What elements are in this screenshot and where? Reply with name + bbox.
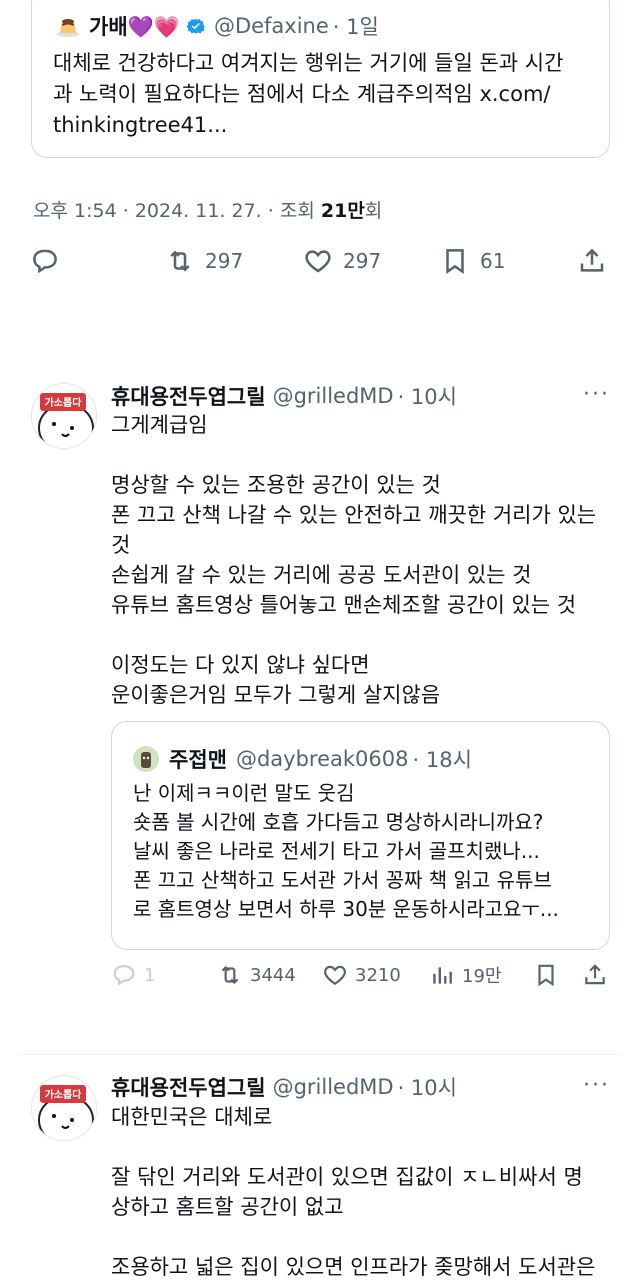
tweet-date[interactable]: 2024. 11. 27. bbox=[135, 200, 262, 222]
verified-badge-icon bbox=[186, 16, 206, 36]
quote-header: 주접맨 @daybreak0608 · 18시 bbox=[133, 744, 472, 774]
reply-count: 1 bbox=[144, 964, 156, 986]
reply-button[interactable] bbox=[30, 246, 60, 276]
reply-header: 휴대용전두엽그릴 @grilledMD · 10시 bbox=[111, 381, 457, 411]
bookmark-button[interactable]: 61 bbox=[440, 246, 505, 276]
bookmark-button[interactable] bbox=[533, 962, 559, 988]
quote-time: · 18시 bbox=[412, 748, 472, 772]
reply-handle[interactable]: @grilledMD bbox=[273, 384, 394, 408]
views-button[interactable]: 19만 bbox=[429, 962, 501, 988]
reply-button[interactable]: 1 bbox=[111, 962, 155, 988]
like-count: 297 bbox=[343, 249, 382, 273]
avatar[interactable]: 가소롭다 bbox=[31, 383, 97, 449]
reply-handle[interactable]: @grilledMD bbox=[273, 1075, 394, 1099]
reply-time[interactable]: · 10시 bbox=[398, 381, 457, 411]
reply-icon bbox=[33, 249, 57, 274]
retweet-icon bbox=[170, 250, 190, 272]
views-suffix: 회 bbox=[364, 200, 383, 222]
share-button[interactable] bbox=[577, 246, 607, 276]
reply-text: 그게계급임 명상할 수 있는 조용한 공간이 있는 것 폰 끄고 산책 나갈 수… bbox=[111, 413, 597, 707]
quoted-display-name[interactable]: 가배💜💗 bbox=[89, 11, 180, 41]
divider bbox=[18, 1054, 622, 1055]
quoted-tweet-header: 가배💜💗 @Defaxine · 1일 bbox=[55, 11, 379, 41]
more-options-icon[interactable]: ··· bbox=[583, 1073, 610, 1098]
share-icon bbox=[585, 964, 605, 985]
avatar-text: 가소롭다 bbox=[45, 396, 83, 409]
main-action-bar: 297 297 61 bbox=[0, 240, 640, 284]
analytics-icon bbox=[433, 967, 452, 984]
avatar[interactable]: 가소롭다 bbox=[31, 1075, 97, 1141]
retweet-button[interactable]: 297 bbox=[165, 246, 243, 276]
bookmark-icon bbox=[446, 249, 464, 275]
views-count: 21만 bbox=[320, 200, 365, 222]
retweet-count: 3444 bbox=[250, 964, 296, 986]
like-button[interactable]: 297 bbox=[303, 246, 381, 276]
reply-header: 휴대용전두엽그릴 @grilledMD · 10시 bbox=[111, 1072, 457, 1102]
pudding-avatar-icon bbox=[55, 13, 81, 39]
views-label: 조회 bbox=[279, 200, 315, 222]
more-options-icon[interactable]: ··· bbox=[583, 382, 610, 407]
reply-display-name[interactable]: 휴대용전두엽그릴 bbox=[111, 1072, 266, 1102]
quoted-handle[interactable]: @Defaxine bbox=[214, 14, 329, 38]
quote-text: 난 이제ㅋㅋ이런 말도 웃김 숏폼 볼 시간에 호흡 가다듬고 명상하시라니까요… bbox=[133, 781, 559, 921]
bookmark-count: 61 bbox=[480, 249, 506, 273]
quote-display-name[interactable]: 주접맨 bbox=[169, 744, 227, 774]
heart-icon bbox=[305, 250, 331, 273]
reply-text: 대한민국은 대체로 잘 닦인 거리와 도서관이 있으면 집값이 ㅈㄴ비싸서 명 … bbox=[111, 1105, 596, 1279]
reply-icon bbox=[113, 965, 135, 986]
tweet-meta: 오후 1:54 · 2024. 11. 27. · 조회 21만회 bbox=[33, 200, 383, 222]
retweet-button[interactable]: 3444 bbox=[217, 962, 296, 988]
retweet-icon bbox=[221, 965, 239, 985]
avatar bbox=[133, 746, 159, 772]
bookmark-icon bbox=[538, 964, 554, 987]
reply-display-name[interactable]: 휴대용전두엽그릴 bbox=[111, 381, 266, 411]
heart-icon bbox=[324, 965, 346, 985]
quoted-time: · 1일 bbox=[332, 15, 379, 39]
like-button[interactable]: 3210 bbox=[322, 962, 401, 988]
reply-action-bar: 1 3444 3210 19만 bbox=[0, 958, 640, 994]
views-count: 19만 bbox=[462, 966, 502, 987]
share-button[interactable] bbox=[582, 962, 608, 988]
quoted-tweet-text: 대체로 건강하다고 여겨지는 행위는 거기에 들일 돈과 시간 과 노력이 필요… bbox=[53, 51, 564, 137]
share-icon bbox=[580, 248, 604, 272]
like-count: 3210 bbox=[355, 964, 401, 986]
tweet-time[interactable]: 오후 1:54 bbox=[33, 200, 117, 222]
avatar-text: 가소롭다 bbox=[45, 1088, 83, 1101]
reply-time[interactable]: · 10시 bbox=[398, 1072, 457, 1102]
quote-handle[interactable]: @daybreak0608 bbox=[236, 747, 409, 771]
retweet-count: 297 bbox=[205, 249, 244, 273]
